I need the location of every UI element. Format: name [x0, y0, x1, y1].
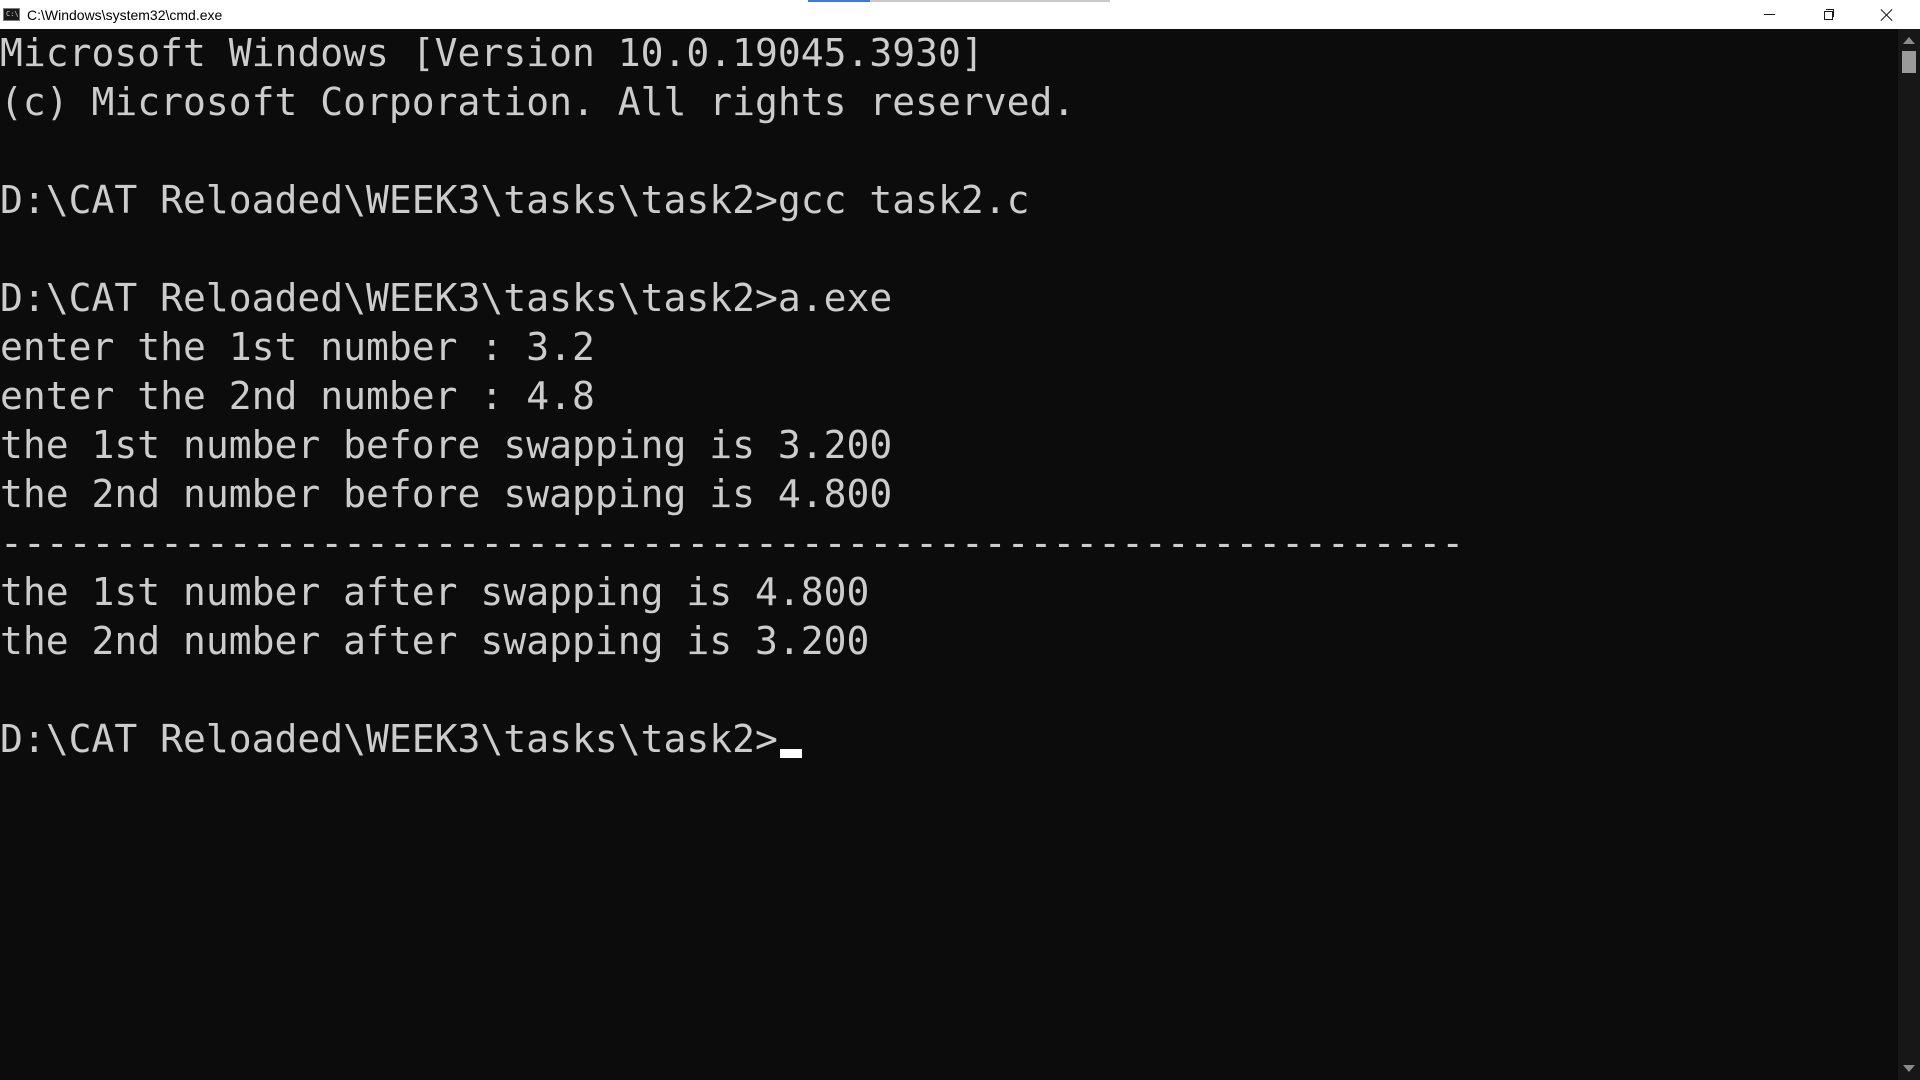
- console-line-gcc-command: D:\CAT Reloaded\WEEK3\tasks\task2>gcc ta…: [0, 178, 1030, 222]
- cmd-icon-label: C:\: [6, 10, 19, 18]
- scroll-down-arrow-icon[interactable]: [1903, 1065, 1915, 1072]
- console-prompt-line[interactable]: D:\CAT Reloaded\WEEK3\tasks\task2>: [0, 715, 802, 764]
- title-bar[interactable]: C:\ C:\Windows\system32\cmd.exe: [0, 0, 1920, 29]
- close-icon: [1879, 7, 1895, 23]
- minimize-button[interactable]: [1741, 0, 1799, 29]
- text-cursor: [779, 749, 802, 758]
- console-line-run-command: D:\CAT Reloaded\WEEK3\tasks\task2>a.exe: [0, 276, 893, 320]
- console-line-copyright: (c) Microsoft Corporation. All rights re…: [0, 80, 1076, 124]
- console-line-version: Microsoft Windows [Version 10.0.19045.39…: [0, 31, 984, 75]
- scroll-up-arrow-icon[interactable]: [1903, 37, 1915, 44]
- close-button[interactable]: [1858, 0, 1916, 29]
- console-line-after-2: the 2nd number after swapping is 3.200: [0, 619, 870, 663]
- window-title: C:\Windows\system32\cmd.exe: [27, 7, 223, 23]
- scrollbar-thumb[interactable]: [1902, 51, 1916, 73]
- console-output[interactable]: Microsoft Windows [Version 10.0.19045.39…: [0, 29, 1898, 1080]
- taskbar-focus-indicator: [808, 0, 870, 2]
- console-line-input-1: enter the 1st number : 3.2: [0, 325, 595, 369]
- console-line-before-2: the 2nd number before swapping is 4.800: [0, 472, 893, 516]
- console-line-before-1: the 1st number before swapping is 3.200: [0, 423, 893, 467]
- vertical-scrollbar[interactable]: [1898, 29, 1920, 1080]
- restore-button[interactable]: [1800, 0, 1858, 29]
- restore-icon: [1824, 9, 1834, 20]
- console-line-separator: ----------------------------------------…: [0, 521, 1465, 565]
- minimize-icon: [1764, 14, 1775, 15]
- console-line-after-1: the 1st number after swapping is 4.800: [0, 570, 870, 614]
- cmd-icon: C:\: [3, 8, 20, 21]
- cmd-window: C:\ C:\Windows\system32\cmd.exe Microsof…: [0, 0, 1920, 1080]
- taskbar-focus-track: [870, 0, 1110, 2]
- console-prompt: D:\CAT Reloaded\WEEK3\tasks\task2>: [0, 717, 778, 761]
- console-line-input-2: enter the 2nd number : 4.8: [0, 374, 595, 418]
